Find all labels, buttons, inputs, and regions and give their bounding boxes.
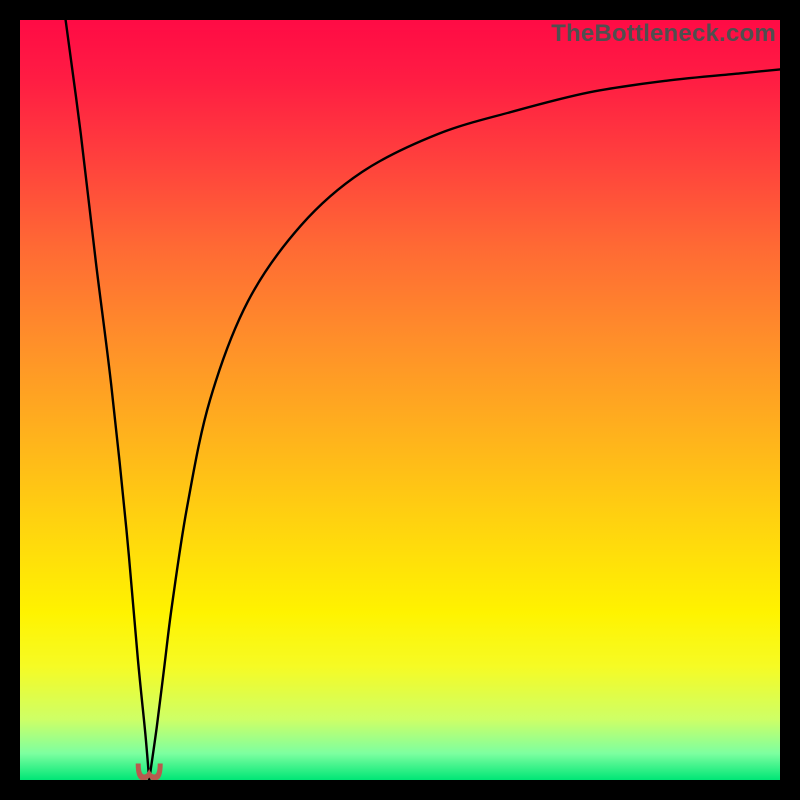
gradient-background: [20, 20, 780, 780]
chart-frame: TheBottleneck.com: [20, 20, 780, 780]
chart-svg: [20, 20, 780, 780]
